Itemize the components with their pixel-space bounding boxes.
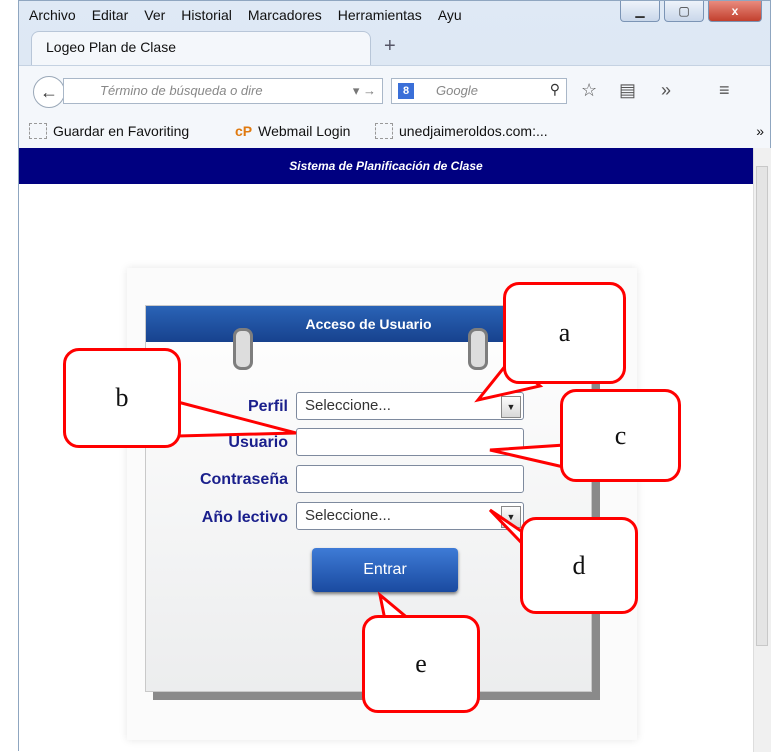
bookmarks-overflow-icon[interactable]: » (756, 123, 764, 139)
menu-archivo[interactable]: Archivo (29, 7, 76, 23)
search-engine-icon[interactable]: 8 (398, 83, 414, 99)
menu-bar: Archivo Editar Ver Historial Marcadores … (29, 1, 462, 28)
perfil-select[interactable]: Seleccione... ▼ (296, 392, 524, 420)
page-banner: Sistema de Planificación de Clase (19, 148, 753, 184)
url-placeholder: Término de búsqueda o dire (100, 83, 263, 98)
bookmark-star-icon[interactable]: ☆ (581, 80, 597, 101)
callout-a: a (503, 282, 626, 384)
navigation-bar: ← Término de búsqueda o dire ▾ → 8 Googl… (19, 65, 770, 116)
anio-value: Seleccione... (305, 507, 391, 524)
bookmark-icon (375, 123, 393, 139)
cpanel-icon: cP (235, 123, 253, 139)
clipboard-icon[interactable]: ▤ (619, 80, 636, 101)
bookmark-label: unedjaimeroldos.com:... (399, 123, 548, 139)
bookmark-label: Webmail Login (258, 123, 351, 139)
vertical-scrollbar[interactable] (753, 148, 771, 752)
menu-herramientas[interactable]: Herramientas (338, 7, 422, 23)
bookmark-label: Guardar en Favoriting (53, 123, 190, 139)
perfil-value: Seleccione... (305, 397, 391, 414)
chevron-down-icon[interactable]: ▼ (501, 396, 521, 418)
search-icon[interactable]: ⚲ (550, 81, 560, 98)
calendar-ring-icon (233, 328, 253, 370)
contrasena-input[interactable] (296, 465, 524, 493)
menu-editar[interactable]: Editar (92, 7, 129, 23)
window-controls: ▁ ▢ x (620, 1, 762, 22)
bookmark-favoriting[interactable]: Guardar en Favoriting (29, 123, 189, 139)
browser-tab[interactable]: Logeo Plan de Clase (31, 31, 371, 65)
back-arrow-icon[interactable]: ← (33, 76, 65, 108)
menu-ver[interactable]: Ver (144, 7, 165, 23)
chevron-down-icon[interactable]: ▼ (501, 506, 521, 528)
bookmark-webmail[interactable]: cP Webmail Login (235, 123, 350, 139)
calendar-ring-icon (468, 328, 488, 370)
url-input[interactable]: Término de búsqueda o dire ▾ → (63, 78, 383, 104)
callout-c: c (560, 389, 681, 482)
callout-d: d (520, 517, 638, 614)
anio-lectivo-label: Año lectivo (201, 509, 288, 526)
scrollbar-thumb[interactable] (756, 166, 768, 646)
menu-marcadores[interactable]: Marcadores (248, 7, 322, 23)
new-tab-button[interactable]: + (384, 35, 396, 58)
contrasena-label: Contraseña (199, 471, 288, 488)
menu-historial[interactable]: Historial (181, 7, 232, 23)
menu-ayuda[interactable]: Ayu (438, 7, 462, 23)
search-placeholder: Google (436, 83, 478, 98)
bookmarks-bar: Guardar en Favoriting cP Webmail Login u… (19, 115, 770, 149)
anio-lectivo-select[interactable]: Seleccione... ▼ (296, 502, 524, 530)
go-arrow-icon[interactable]: ▾ → (353, 83, 376, 99)
search-input[interactable]: 8 Google ⚲ (391, 78, 567, 104)
bookmark-icon (29, 123, 47, 139)
callout-e: e (362, 615, 480, 713)
usuario-input[interactable] (296, 428, 524, 456)
close-icon: x (731, 4, 739, 18)
maximize-icon[interactable]: ▢ (664, 1, 704, 22)
minimize-icon[interactable]: ▁ (620, 1, 660, 22)
bookmark-uned[interactable]: unedjaimeroldos.com:... (375, 123, 548, 139)
callout-b: b (63, 348, 181, 448)
tab-title: Logeo Plan de Clase (46, 39, 176, 55)
close-button[interactable]: x (708, 1, 762, 22)
overflow-icon[interactable]: » (661, 80, 671, 101)
hamburger-menu-icon[interactable]: ≡ (719, 80, 730, 101)
entrar-button[interactable]: Entrar (312, 548, 458, 592)
